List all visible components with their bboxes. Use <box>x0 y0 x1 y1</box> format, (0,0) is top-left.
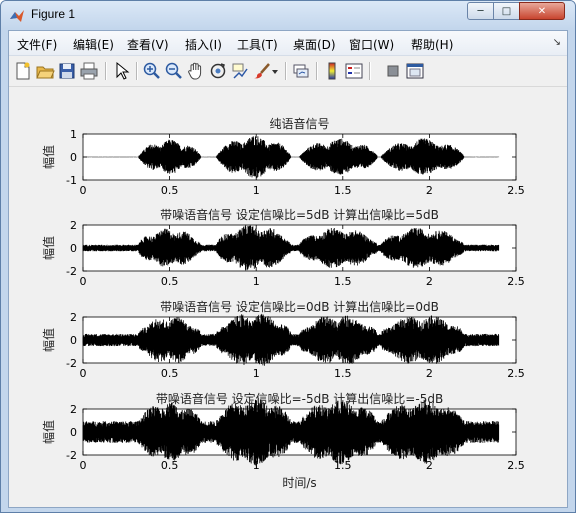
x-tick-label: 2.5 <box>507 184 525 197</box>
x-tick-label: 1.5 <box>334 184 352 197</box>
menu-desktop[interactable]: 桌面(D) <box>293 36 336 53</box>
y-tick-label: 0 <box>70 334 77 347</box>
x-tick-label: 1.5 <box>334 275 352 288</box>
x-tick-label: 2 <box>426 367 433 380</box>
y-tick-label: -1 <box>66 174 77 187</box>
toolbar-separator <box>105 62 107 80</box>
new-figure-icon[interactable] <box>13 61 33 81</box>
x-tick-label: 1 <box>253 459 260 472</box>
x-tick-label: 0 <box>80 275 87 288</box>
y-tick-label: 2 <box>70 311 77 324</box>
x-tick-label: 1.5 <box>334 459 352 472</box>
brush-dropdown-icon[interactable] <box>270 61 280 81</box>
rotate-3d-icon[interactable] <box>208 61 228 81</box>
x-tick-label: 0.5 <box>161 275 179 288</box>
x-tick-label: 1 <box>253 184 260 197</box>
subplot-4[interactable]: 0 0.5 1 1.5 2 2.520-2带噪语音信号 设定信噪比=-5dB 计算出信噪比… <box>41 391 525 490</box>
x-tick-label: 2 <box>426 184 433 197</box>
x-tick-label: 0.5 <box>161 184 179 197</box>
x-tick-label: 2 <box>426 459 433 472</box>
toolbar-separator <box>136 62 138 80</box>
y-tick-label: 0 <box>70 242 77 255</box>
figure-window: Figure 1 ─ □ ✕ 文件(F) 编辑(E) 查看(V) 插入(I) 工… <box>0 0 576 513</box>
subplot-title: 带噪语音信号 设定信噪比=5dB 计算出信噪比=5dB <box>160 207 439 222</box>
x-tick-label: 1.5 <box>334 367 352 380</box>
x-tick-label: 2.5 <box>507 459 525 472</box>
subplot-2[interactable]: 0 0.5 1 1.5 2 2.520-2带噪语音信号 设定信噪比=5dB 计算出信噪比=… <box>41 207 525 288</box>
menu-view[interactable]: 查看(V) <box>127 36 169 53</box>
y-tick-label: 2 <box>70 219 77 232</box>
brush-icon[interactable] <box>252 61 272 81</box>
figure-client-area: 文件(F) 编辑(E) 查看(V) 插入(I) 工具(T) 桌面(D) 窗口(W… <box>8 30 568 508</box>
menu-file[interactable]: 文件(F) <box>17 36 57 53</box>
x-tick-label: 0.5 <box>161 367 179 380</box>
subplot-title: 带噪语音信号 设定信噪比=-5dB 计算出信噪比=-5dB <box>156 391 443 406</box>
save-icon[interactable] <box>57 61 77 81</box>
subplot-3[interactable]: 0 0.5 1 1.5 2 2.520-2带噪语音信号 设定信噪比=0dB 计算出信噪比=… <box>41 299 525 380</box>
x-tick-label: 0.5 <box>161 459 179 472</box>
window-title: Figure 1 <box>31 7 76 21</box>
menu-window[interactable]: 窗口(W) <box>349 36 394 53</box>
x-tick-label: 2 <box>426 275 433 288</box>
toolbar-separator <box>316 62 318 80</box>
y-axis-label: 幅值 <box>41 328 56 352</box>
x-tick-label: 1 <box>253 275 260 288</box>
menu-tools[interactable]: 工具(T) <box>237 36 278 53</box>
x-tick-label: 0 <box>80 184 87 197</box>
x-tick-label: 0 <box>80 459 87 472</box>
y-tick-label: -2 <box>66 265 77 278</box>
y-axis-label: 幅值 <box>41 420 56 444</box>
y-tick-label: 0 <box>70 426 77 439</box>
legend-icon[interactable] <box>344 61 364 81</box>
y-tick-label: 0 <box>70 151 77 164</box>
colorbar-icon[interactable] <box>322 61 342 81</box>
plot-area: 0 0.5 1 1.5 2 2.5 1 0 -1 纯语音信号 幅值 0 0.5 1 1.5 2 2.5 2 0 -2 带… <box>9 87 567 507</box>
link-plot-icon[interactable] <box>291 61 311 81</box>
x-axis-label: 时间/s <box>282 476 316 490</box>
menu-insert[interactable]: 插入(I) <box>185 36 222 53</box>
data-cursor-icon[interactable] <box>230 61 250 81</box>
matlab-logo-icon <box>10 10 24 22</box>
x-tick-label: 1 <box>253 367 260 380</box>
x-tick-label: 2.5 <box>507 275 525 288</box>
y-tick-label: 2 <box>70 403 77 416</box>
subplot-title: 带噪语音信号 设定信噪比=0dB 计算出信噪比=0dB <box>160 299 439 314</box>
zoom-out-icon[interactable] <box>164 61 184 81</box>
menu-overflow-icon[interactable]: ↘ <box>553 37 561 48</box>
y-axis-label: 幅值 <box>41 236 56 260</box>
hide-plot-tools-icon[interactable] <box>383 61 403 81</box>
menu-help[interactable]: 帮助(H) <box>411 36 453 53</box>
y-tick-label: -2 <box>66 357 77 370</box>
minimize-button[interactable]: ─ <box>467 2 494 20</box>
toolbar-separator <box>369 62 371 80</box>
y-axis-label: 幅值 <box>41 145 56 169</box>
pointer-icon[interactable] <box>111 61 131 81</box>
zoom-in-icon[interactable] <box>142 61 162 81</box>
menu-edit[interactable]: 编辑(E) <box>73 36 114 53</box>
open-file-icon[interactable] <box>35 61 55 81</box>
print-icon[interactable] <box>79 61 99 81</box>
title-bar[interactable]: Figure 1 ─ □ ✕ <box>1 1 575 29</box>
subplot-1[interactable]: 0 0.5 1 1.5 2 2.510-1纯语音信号幅值 <box>41 116 525 197</box>
subplot-title: 纯语音信号 <box>269 116 329 131</box>
show-plot-tools-icon[interactable] <box>405 61 425 81</box>
pan-icon[interactable] <box>186 61 206 81</box>
maximize-button[interactable]: □ <box>493 2 520 20</box>
y-tick-label: 1 <box>70 128 77 141</box>
close-button[interactable]: ✕ <box>519 2 565 20</box>
y-tick-label: -2 <box>66 449 77 462</box>
x-tick-label: 0 <box>80 367 87 380</box>
toolbar <box>9 56 567 87</box>
toolbar-separator <box>285 62 287 80</box>
x-tick-label: 2.5 <box>507 367 525 380</box>
menu-bar: 文件(F) 编辑(E) 查看(V) 插入(I) 工具(T) 桌面(D) 窗口(W… <box>9 31 567 56</box>
figure-canvas[interactable]: 0 0.5 1 1.5 2 2.510-1纯语音信号幅值0 0.5 1 1.5 2 2.520-2带… <box>9 87 567 507</box>
